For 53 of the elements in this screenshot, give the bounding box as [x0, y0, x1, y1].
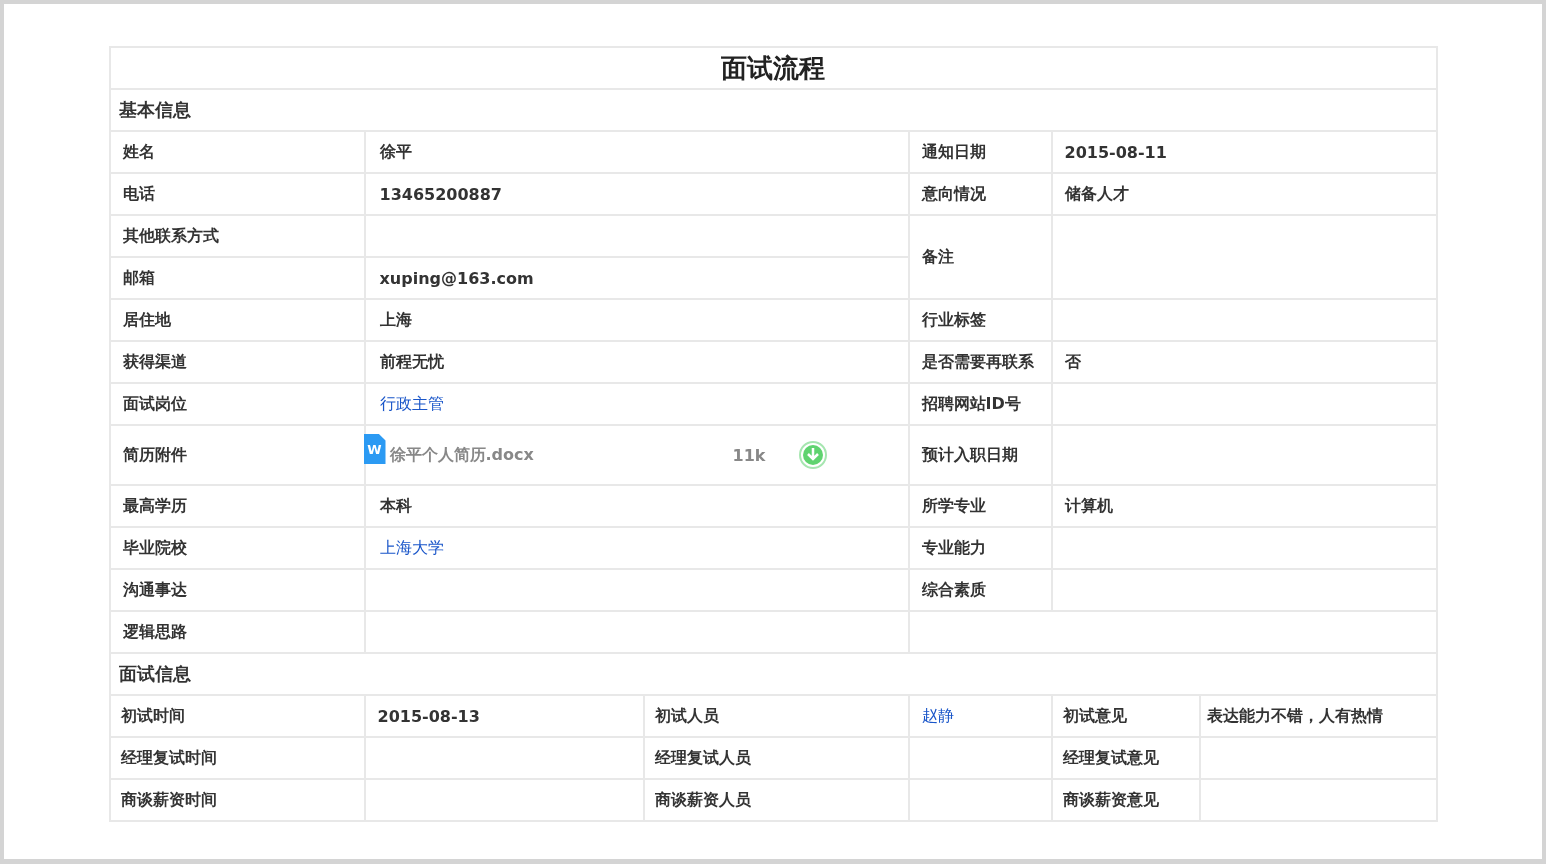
field-label: 综合素质 [909, 570, 1051, 610]
field-label: 姓名 [110, 132, 364, 172]
field-label: 居住地 [110, 300, 364, 340]
value-cell: 徐平 [365, 132, 908, 172]
value-cell: 上海 [365, 300, 908, 340]
field-label: 初试时间 [110, 696, 364, 736]
word-document-icon: W [363, 434, 386, 464]
download-icon[interactable] [797, 440, 828, 470]
field-label: 电话 [110, 174, 364, 214]
section-heading: 基本信息 [110, 90, 1436, 130]
field-label: 意向情况 [909, 174, 1051, 214]
form-title: 面试流程 [110, 48, 1436, 88]
field-label: 商谈薪资人员 [644, 780, 908, 820]
field-label: 专业能力 [909, 528, 1051, 568]
field-label: 初试人员 [644, 696, 908, 736]
field-label: 备注 [909, 216, 1051, 298]
field-label: 经理复试时间 [110, 738, 364, 778]
field-label: 招聘网站ID号 [909, 384, 1051, 424]
value-cell: 13465200887 [365, 174, 908, 214]
value-cell: 2015-08-11 [1052, 132, 1436, 172]
section-heading: 面试信息 [110, 654, 1436, 694]
field-label: 行业标签 [909, 300, 1051, 340]
field-label: 毕业院校 [110, 528, 364, 568]
field-label: 最高学历 [110, 486, 364, 526]
field-label: 预计入职日期 [909, 426, 1051, 484]
field-label: 通知日期 [909, 132, 1051, 172]
field-label: 经理复试意见 [1052, 738, 1199, 778]
value-link[interactable]: 上海大学 [365, 528, 908, 568]
field-label: 面试岗位 [110, 384, 364, 424]
field-label: 商谈薪资意见 [1052, 780, 1199, 820]
field-label: 邮箱 [110, 258, 364, 298]
value-cell: 本科 [365, 486, 908, 526]
field-label: 是否需要再联系 [909, 342, 1051, 382]
value-cell: 计算机 [1052, 486, 1436, 526]
value-cell: 前程无忧 [365, 342, 908, 382]
value-cell: 表达能力不错，人有热情 [1200, 696, 1436, 736]
field-label: 经理复试人员 [644, 738, 908, 778]
value-cell: 否 [1052, 342, 1436, 382]
value-link[interactable]: 赵静 [909, 696, 1051, 736]
field-label: 所学专业 [909, 486, 1051, 526]
value-cell: 储备人才 [1052, 174, 1436, 214]
field-label: 沟通事达 [110, 570, 364, 610]
attachment-link[interactable]: 徐平个人简历.docx [389, 444, 534, 466]
field-label: 逻辑思路 [110, 612, 364, 652]
field-label: 其他联系方式 [110, 216, 364, 256]
value-cell: 2015-08-13 [365, 696, 643, 736]
value-cell: xuping@163.com [365, 258, 908, 298]
field-label: 获得渠道 [110, 342, 364, 382]
field-label: 简历附件 [110, 426, 364, 484]
file-size: 11k [732, 445, 766, 465]
field-label: 商谈薪资时间 [110, 780, 364, 820]
value-link[interactable]: 行政主管 [365, 384, 908, 424]
field-label: 初试意见 [1052, 696, 1199, 736]
